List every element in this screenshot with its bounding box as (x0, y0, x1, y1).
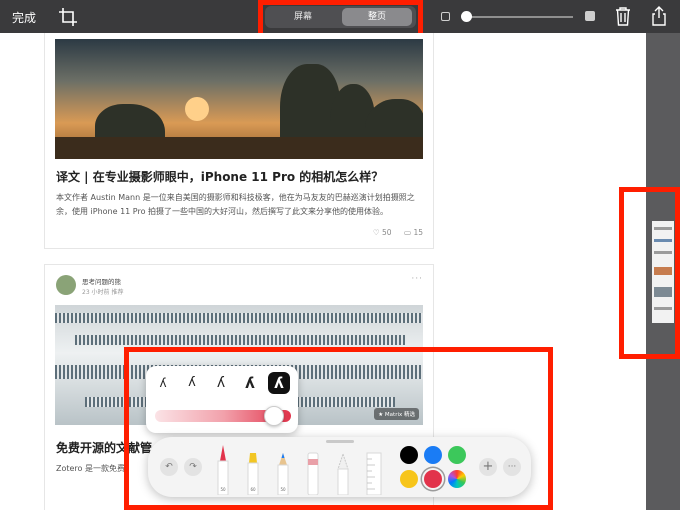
article-stats: ♡ 50 ▭ 15 (363, 228, 423, 237)
article-card[interactable]: 译文 | 在专业摄影师眼中，iPhone 11 Pro 的相机怎么样？ 本文作者… (44, 33, 434, 249)
highlight-box-thumbnail (619, 187, 680, 359)
like-count: 50 (382, 228, 392, 237)
highlight-box-tools (124, 347, 553, 510)
opacity-max-icon (585, 11, 595, 21)
trash-icon[interactable] (614, 6, 632, 26)
bookshelf-shape (55, 313, 423, 323)
sun-shape (185, 97, 209, 121)
done-button[interactable]: 完成 (12, 9, 36, 26)
more-options-icon[interactable]: ··· (411, 274, 423, 284)
article-title[interactable]: 译文 | 在专业摄影师眼中，iPhone 11 Pro 的相机怎么样？ (56, 168, 383, 185)
article-photo (55, 39, 423, 159)
article-description: 本文作者 Austin Mann 是一位来自美国的摄影师和科技极客，他在为马友友… (56, 193, 415, 216)
comment-count: 15 (413, 228, 423, 237)
author-name[interactable]: 思考问题的熊 (82, 276, 121, 286)
crop-icon[interactable] (58, 7, 78, 27)
opacity-slider-knob[interactable] (461, 11, 472, 22)
comment-icon[interactable]: ▭ (404, 228, 411, 237)
opacity-min-icon (441, 12, 450, 21)
like-icon[interactable]: ♡ (373, 228, 380, 237)
avatar[interactable] (56, 275, 76, 295)
share-icon[interactable] (650, 6, 668, 26)
post-meta: 23 小时前 推荐 (82, 289, 124, 296)
raft-shape (55, 137, 423, 159)
bookshelf-shape (75, 335, 405, 345)
opacity-slider[interactable] (463, 16, 573, 18)
article-description: Zotero 是一款免费 (56, 464, 125, 473)
